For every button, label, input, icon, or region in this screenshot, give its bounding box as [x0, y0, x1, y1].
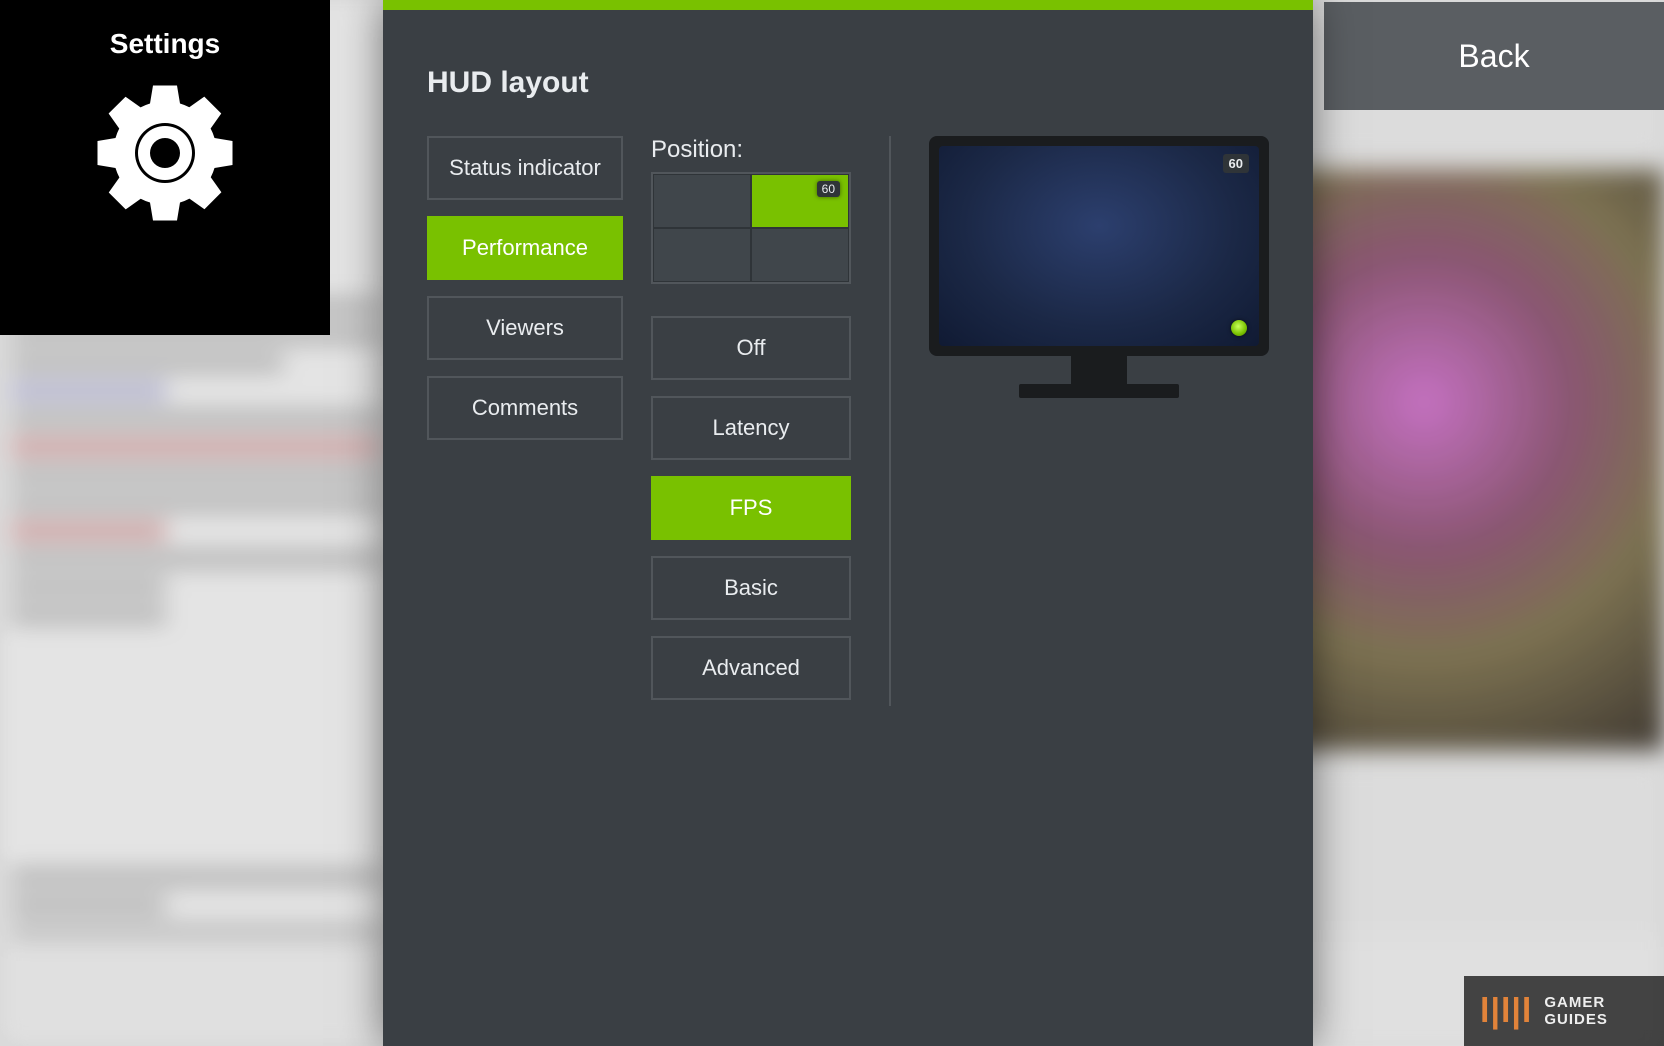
settings-sidebar-box: Settings — [0, 0, 330, 335]
panel-heading: HUD layout — [427, 66, 1313, 100]
back-button[interactable]: Back — [1324, 2, 1664, 110]
vertical-separator — [889, 136, 891, 706]
monitor-screen: 60 — [939, 146, 1259, 346]
category-label: Performance — [462, 235, 588, 261]
position-cell-top-left[interactable] — [653, 174, 751, 228]
monitor-bezel: 60 — [929, 136, 1269, 356]
gamer-guides-watermark: l|l|l GAMER GUIDES — [1464, 976, 1664, 1046]
position-and-mode-column: Position: 60 Off Latency FPS — [651, 136, 851, 700]
preview-fps-chip: 60 — [1223, 154, 1249, 173]
status-indicator-icon — [1231, 320, 1247, 336]
watermark-logo-icon: l|l|l — [1480, 994, 1532, 1028]
settings-title: Settings — [110, 28, 220, 60]
position-label: Position: — [651, 136, 851, 164]
mode-off[interactable]: Off — [651, 316, 851, 380]
hud-layout-panel: HUD layout Status indicator Performance … — [383, 0, 1313, 1046]
back-button-label: Back — [1458, 38, 1529, 75]
category-label: Comments — [472, 395, 578, 421]
mode-fps[interactable]: FPS — [651, 476, 851, 540]
mode-advanced[interactable]: Advanced — [651, 636, 851, 700]
mode-latency[interactable]: Latency — [651, 396, 851, 460]
watermark-line2: GUIDES — [1544, 1011, 1608, 1028]
mode-label: Off — [737, 335, 766, 361]
mode-label: Latency — [712, 415, 789, 441]
panel-accent-bar — [383, 0, 1313, 10]
monitor-stand-neck — [1071, 356, 1127, 384]
mode-label: Advanced — [702, 655, 800, 681]
monitor-preview: 60 — [929, 136, 1269, 398]
monitor-stand-base — [1019, 384, 1179, 398]
position-grid: 60 — [651, 172, 851, 284]
mode-label: FPS — [730, 495, 773, 521]
position-cell-bottom-left[interactable] — [653, 228, 751, 282]
gear-icon — [90, 78, 240, 228]
category-label: Viewers — [486, 315, 564, 341]
mode-basic[interactable]: Basic — [651, 556, 851, 620]
category-comments[interactable]: Comments — [427, 376, 623, 440]
watermark-line1: GAMER — [1544, 994, 1608, 1011]
category-viewers[interactable]: Viewers — [427, 296, 623, 360]
position-cell-top-right[interactable]: 60 — [751, 174, 849, 228]
position-fps-chip: 60 — [817, 181, 840, 197]
category-list: Status indicator Performance Viewers Com… — [427, 136, 623, 440]
category-status-indicator[interactable]: Status indicator — [427, 136, 623, 200]
category-performance[interactable]: Performance — [427, 216, 623, 280]
position-cell-bottom-right[interactable] — [751, 228, 849, 282]
mode-label: Basic — [724, 575, 778, 601]
category-label: Status indicator — [449, 155, 601, 181]
mode-list: Off Latency FPS Basic Advanced — [651, 316, 851, 700]
